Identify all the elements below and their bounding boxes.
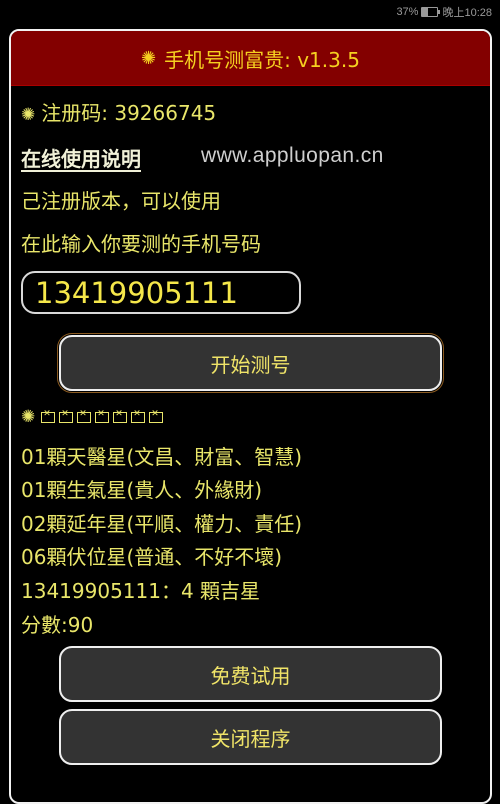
result-header: ✺ <box>21 407 167 427</box>
result-line: 01顆生氣星(貴人、外緣財) <box>21 478 263 502</box>
result-line: 06顆伏位星(普通、不好不壞) <box>21 545 283 569</box>
placeholder-box-icon <box>113 409 128 423</box>
watermark: www.appluopan.cn <box>201 144 384 167</box>
placeholder-box-icon <box>149 409 164 423</box>
placeholder-box-icon <box>59 409 74 423</box>
result-summary: 13419905111：4 顆吉星 <box>21 579 261 603</box>
sun-icon: ✺ <box>21 407 36 427</box>
placeholder-box-icon <box>41 409 56 423</box>
clock: 晚上10:28 <box>442 7 492 19</box>
battery-percent: 37% <box>396 6 419 18</box>
result-line: 01顆天醫星(文昌、財富、智慧) <box>21 445 303 469</box>
sun-icon: ✺ <box>21 105 36 125</box>
registration-code: ✺ 注册码: 39266745 <box>21 97 216 126</box>
free-trial-button[interactable]: 免费试用 <box>59 646 442 702</box>
registration-code-label: 注册码: 39266745 <box>41 101 217 125</box>
registration-status: 己注册版本，可以使用 <box>21 189 221 213</box>
result-line: 02顆延年星(平順、權力、責任) <box>21 512 303 536</box>
placeholder-box-icon <box>95 409 110 423</box>
battery-icon <box>421 7 441 17</box>
result-score: 分數:90 <box>21 613 94 637</box>
title-bar: ✺ 手机号测富贵: v1.3.5 <box>11 31 490 86</box>
sun-icon: ✺ <box>141 47 157 69</box>
dialog-title: 手机号测富贵: v1.3.5 <box>164 47 360 72</box>
start-test-button[interactable]: 开始测号 <box>57 333 444 393</box>
placeholder-boxes <box>41 407 167 426</box>
placeholder-box-icon <box>77 409 92 423</box>
close-program-button[interactable]: 关闭程序 <box>59 709 442 765</box>
placeholder-box-icon <box>131 409 146 423</box>
phone-number-input[interactable] <box>21 271 301 314</box>
online-help-link[interactable]: 在线使用说明 <box>21 143 141 172</box>
app-dialog: ✺ 手机号测富贵: v1.3.5 ✺ 注册码: 39266745 在线使用说明 w… <box>9 29 492 804</box>
input-prompt: 在此输入你要测的手机号码 <box>21 232 261 256</box>
status-bar: 37% 晚上10:28 <box>0 0 500 24</box>
